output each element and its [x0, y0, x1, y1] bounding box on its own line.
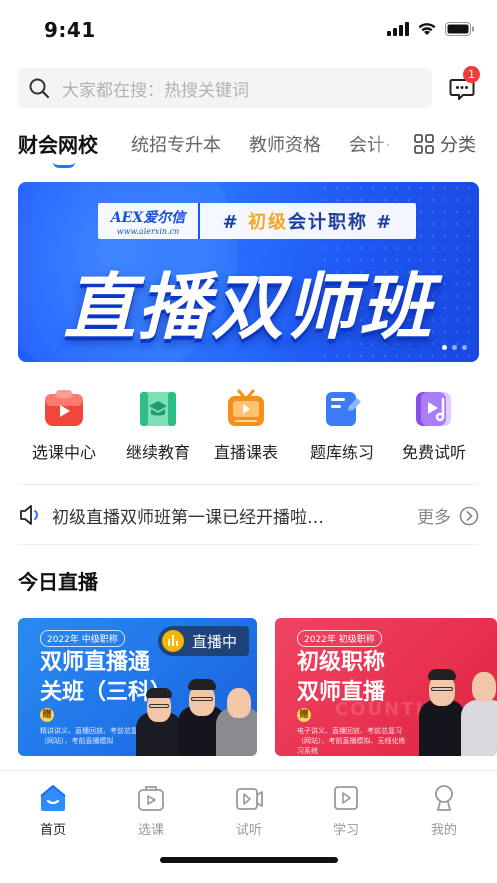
chevron-right-circle-icon — [459, 506, 479, 525]
home-indicator — [160, 857, 338, 863]
quick-nav-course-select[interactable]: 选课中心 — [16, 388, 112, 463]
search-input[interactable]: 大家都在搜：热搜关键词 — [18, 68, 432, 108]
gift-badge: 赠 — [297, 708, 311, 722]
quick-nav-label: 直播课表 — [213, 443, 278, 462]
status-time: 9:41 — [44, 18, 96, 42]
brand-logo: AEX爱尔信 www.aierxin.cn — [98, 203, 200, 239]
brand-logo-text: AEX爱尔信 — [110, 209, 186, 226]
profile-icon — [429, 783, 459, 813]
teacher-photo — [419, 660, 465, 756]
quick-nav-label: 继续教育 — [125, 443, 190, 462]
question-bank-icon — [321, 388, 363, 430]
carousel-dot-2 — [452, 345, 457, 350]
card-year-tag: 2022年 中级职称 — [40, 630, 125, 647]
tab-tongzhao[interactable]: 统招专升本 — [131, 131, 221, 157]
divider — [18, 544, 479, 545]
active-tab-indicator — [53, 162, 75, 168]
card-description: 电子讲义、直播回放、考前总复习（网站）、考前直播模拟、无线化练习系统 — [297, 727, 406, 755]
tab-jiaoshi[interactable]: 教师资格 — [249, 131, 321, 157]
category-button[interactable]: 分类 — [414, 131, 476, 157]
card-description: 精讲讲义、直播回放、考前总复习（网站）、考前直播模拟 — [40, 727, 145, 745]
quick-nav-label: 选课中心 — [31, 443, 96, 462]
tabbar-courses[interactable]: 选课 — [116, 783, 186, 838]
teacher-photo — [461, 656, 497, 756]
quick-nav-question-bank[interactable]: 题库练习 — [294, 388, 390, 463]
banner-tag-prefix: # — [222, 212, 248, 233]
tab-caikuai[interactable]: 财会网校 — [18, 129, 98, 158]
search-icon — [29, 78, 50, 99]
speaker-icon — [20, 505, 38, 525]
message-button[interactable]: 1 — [444, 66, 480, 108]
study-play-icon — [331, 783, 361, 813]
banner-tag-suffix: 会计职称 # — [288, 212, 394, 233]
tabs-fade — [373, 126, 403, 166]
grid-icon — [414, 134, 434, 154]
quick-nav-continuing-education[interactable]: 继续教育 — [110, 388, 206, 463]
banner-title: 直播双师班 — [63, 265, 434, 349]
tabbar-study[interactable]: 学习 — [311, 783, 381, 838]
notice-text: 初级直播双师班第一课已经开播啦… — [52, 507, 324, 528]
course-select-icon — [43, 388, 85, 430]
today-live-title: 今日直播 — [18, 570, 98, 594]
tabbar-label: 试听 — [235, 823, 262, 838]
category-tabs: 财会网校 统招专升本 教师资格 会计· 分类 — [0, 126, 497, 170]
live-status-text: 直播中 — [191, 632, 237, 651]
tabbar-label: 首页 — [39, 823, 66, 838]
live-status-badge: 直播中 — [157, 626, 249, 656]
notice-bar[interactable]: 初级直播双师班第一课已经开播啦… 更多 — [18, 498, 479, 532]
live-course-card-1[interactable]: 2022年 中级职称 双师直播通 关班（三科） 赠 精讲讲义、直播回放、考前总复… — [18, 618, 257, 756]
divider — [18, 484, 479, 485]
tabbar-label: 选课 — [137, 823, 164, 838]
carousel-dot-1 — [442, 345, 447, 350]
banner-tag-text: # 初级会计职称 # — [200, 208, 416, 234]
bottom-tab-bar: 首页 选课 试听 学习 我的 — [0, 770, 497, 883]
category-label: 分类 — [440, 135, 476, 156]
notice-more-link[interactable]: 更多 — [417, 503, 479, 528]
gift-badge: 赠 — [40, 708, 54, 722]
tabbar-trial[interactable]: 试听 — [214, 783, 284, 838]
status-bar: 9:41 — [0, 0, 497, 60]
quick-nav-label: 题库练习 — [309, 443, 374, 462]
quick-nav-label: 免费试听 — [401, 443, 466, 462]
banner-tag-highlight: 初级 — [248, 212, 288, 233]
live-bars-icon — [161, 630, 184, 652]
quick-nav: 选课中心 继续教育 直播课表 题库练习 免费试听 — [0, 388, 497, 468]
quick-nav-free-trial[interactable]: 免费试听 — [386, 388, 482, 463]
wifi-icon — [418, 23, 436, 35]
tabbar-label: 我的 — [430, 823, 457, 838]
course-bag-icon — [136, 783, 166, 813]
battery-icon — [445, 22, 474, 36]
card-year-tag: 2022年 初级职称 — [297, 630, 382, 647]
home-icon — [38, 783, 68, 813]
tabbar-label: 学习 — [332, 823, 359, 838]
live-course-card-2[interactable]: 2022年 初级职称 初级职称 双师直播 COUNTING 赠 电子讲义、直播回… — [275, 618, 497, 756]
continuing-education-icon — [137, 388, 179, 430]
promo-banner[interactable]: AEX爱尔信 www.aierxin.cn # 初级会计职称 # 直播双师班 — [18, 182, 479, 362]
carousel-dot-3 — [462, 345, 467, 350]
notice-more-label: 更多 — [417, 508, 451, 528]
banner-tag: AEX爱尔信 www.aierxin.cn # 初级会计职称 # — [98, 203, 416, 239]
free-trial-icon — [413, 388, 455, 430]
carousel-dots — [442, 345, 467, 350]
teacher-photo — [216, 674, 257, 756]
status-icons — [387, 22, 475, 36]
trial-video-icon — [234, 783, 264, 813]
quick-nav-live-schedule[interactable]: 直播课表 — [198, 388, 294, 463]
brand-logo-url: www.aierxin.cn — [116, 226, 180, 236]
search-row: 大家都在搜：热搜关键词 1 — [18, 66, 480, 108]
live-schedule-icon — [225, 388, 267, 430]
teacher-photo — [136, 682, 182, 756]
tabbar-home[interactable]: 首页 — [18, 783, 88, 838]
search-placeholder: 大家都在搜：热搜关键词 — [62, 80, 249, 101]
message-badge: 1 — [463, 66, 480, 83]
signal-icon — [387, 22, 409, 36]
tabbar-profile[interactable]: 我的 — [409, 783, 479, 838]
